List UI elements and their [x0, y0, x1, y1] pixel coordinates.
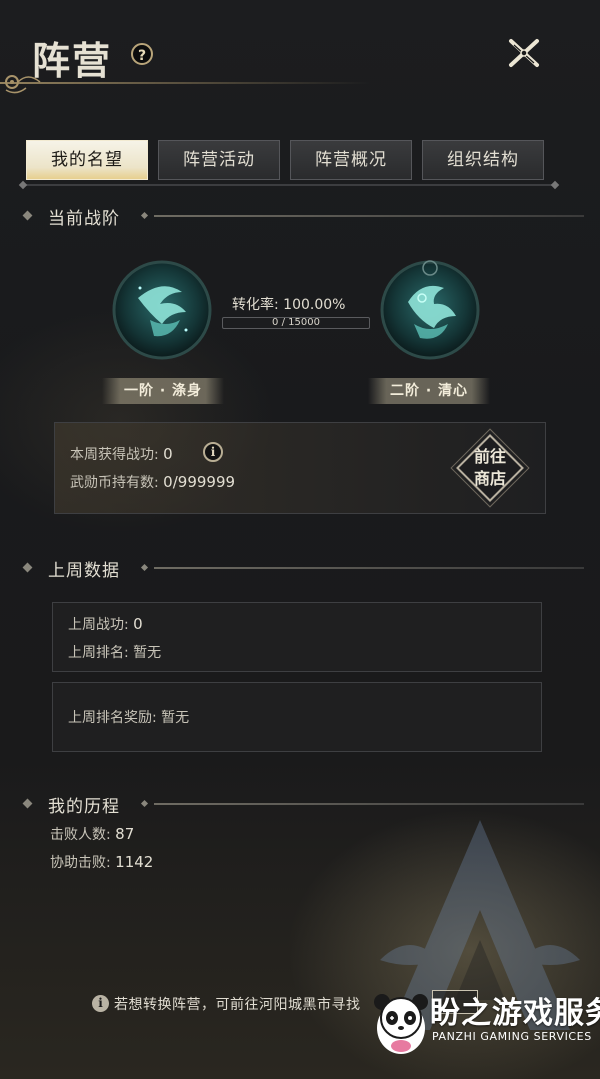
- weekly-merit-value: 0: [163, 445, 173, 463]
- kills-value: 87: [115, 825, 135, 843]
- tab-divider: [18, 180, 560, 190]
- merit-progress-text: 0 / 15000: [272, 317, 320, 328]
- assists-row: 协助击败: 1142: [50, 852, 153, 872]
- section-current-rank: 当前战阶: [22, 204, 584, 230]
- section-title: 我的历程: [48, 797, 120, 817]
- last-week-merit-label: 上周战功:: [68, 617, 129, 633]
- last-week-merit-row: 上周战功: 0: [68, 614, 143, 634]
- section-history: 我的历程: [22, 792, 584, 818]
- tab-organization[interactable]: 组织结构: [422, 140, 544, 180]
- weekly-merit-label: 本周获得战功:: [70, 447, 159, 463]
- last-week-rank-value: 暂无: [133, 645, 162, 661]
- rank-plate-current: 一阶 · 涤身: [102, 378, 224, 404]
- go-to-shop-button[interactable]: 前往 商店: [450, 428, 530, 508]
- coin-row: 武勋币持有数: 0/999999: [70, 472, 235, 492]
- header-divider: [0, 82, 370, 84]
- last-week-rank-row: 上周排名: 暂无: [68, 642, 161, 662]
- help-icon[interactable]: ?: [131, 43, 153, 65]
- kills-label: 击败人数:: [50, 827, 111, 843]
- last-week-reward-row: 上周排名奖励: 暂无: [68, 707, 189, 727]
- shop-button-line1: 前往: [473, 447, 506, 466]
- section-title: 当前战阶: [48, 209, 120, 229]
- tab-bar: 我的名望 阵营活动 阵营概况 组织结构: [26, 140, 556, 182]
- tip-info-icon: i: [92, 995, 109, 1012]
- last-week-merit-value: 0: [133, 615, 143, 633]
- info-icon[interactable]: i: [203, 442, 223, 462]
- section-last-week: 上周数据: [22, 556, 584, 582]
- rank-plate-next: 二阶 · 清心: [368, 378, 490, 404]
- faction-switch-tip: 若想转换阵营，可前往河阳城黑市寻找: [114, 997, 361, 1013]
- rank-emblem-1: [112, 260, 212, 360]
- panzhi-brand-en: PANZHI GAMING SERVICES: [432, 1030, 592, 1043]
- page-title: 阵营: [32, 38, 113, 83]
- assists-value: 1142: [115, 853, 154, 871]
- shop-button-line2: 商店: [473, 469, 506, 488]
- close-icon[interactable]: [505, 35, 543, 71]
- kills-row: 击败人数: 87: [50, 824, 134, 844]
- coin-value: 0/999999: [163, 473, 236, 491]
- tab-faction-activities[interactable]: 阵营活动: [158, 140, 280, 180]
- last-week-reward-label: 上周排名奖励:: [68, 710, 157, 726]
- panzhi-brand-cn: 盼之游戏服务: [430, 996, 600, 1031]
- panzhi-watermark: 盼之游戏服务 PANZHI GAMING SERVICES: [372, 980, 600, 1060]
- last-week-rank-label: 上周排名:: [68, 645, 129, 661]
- weekly-merit-row: 本周获得战功: 0: [70, 444, 173, 464]
- coin-label: 武勋币持有数:: [70, 475, 159, 491]
- last-week-reward-value: 暂无: [161, 710, 190, 726]
- conversion-rate: 转化率: 100.00%: [232, 297, 346, 313]
- section-title: 上周数据: [48, 561, 120, 581]
- tab-faction-overview[interactable]: 阵营概况: [290, 140, 412, 180]
- rank-emblem-2: [380, 260, 480, 360]
- assists-label: 协助击败:: [50, 855, 111, 871]
- tab-my-reputation[interactable]: 我的名望: [26, 140, 148, 180]
- panda-mascot-icon: [374, 994, 428, 1054]
